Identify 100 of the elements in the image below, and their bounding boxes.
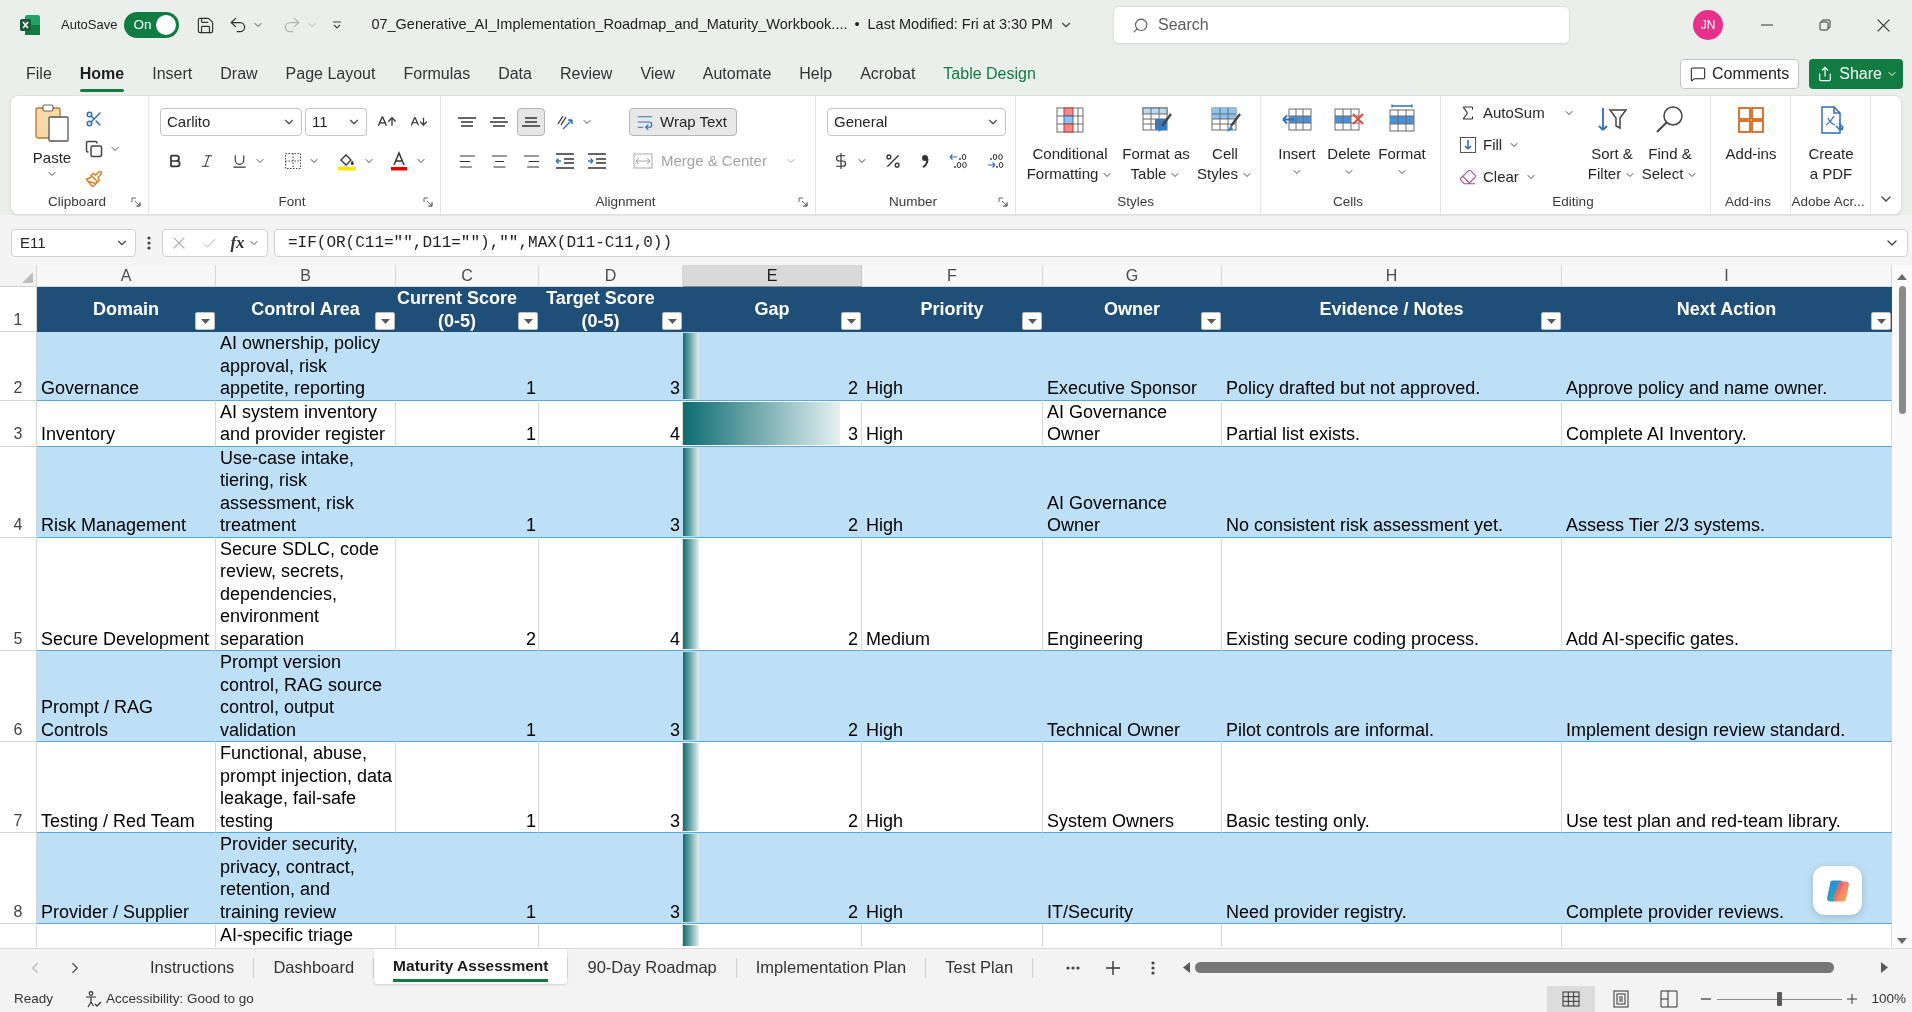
last-modified-button[interactable]: Last Modified: Fri at 3:30 PM <box>867 14 1073 36</box>
group-label: Cells <box>1333 193 1363 211</box>
search-icon <box>1132 16 1149 34</box>
sort-filter-button[interactable]: Sort & Filter <box>1584 104 1640 184</box>
view-button[interactable] <box>1547 986 1596 1012</box>
delete-cells-button[interactable]: Delete <box>1323 104 1375 178</box>
table-cell: Governance <box>37 332 216 401</box>
horizontal-scrollbar-thumb[interactable] <box>1195 962 1835 973</box>
filter-dropdown-button[interactable] <box>1022 312 1042 330</box>
table-cell: Executive Sponsor <box>1043 332 1222 401</box>
accessibility-status-button[interactable]: Accessibility: Good to go <box>85 988 254 1010</box>
filter-dropdown-button[interactable] <box>1201 312 1221 330</box>
avatar[interactable]: JN <box>1693 10 1723 40</box>
column-header[interactable]: E <box>683 265 862 287</box>
minimize-icon <box>1761 24 1773 26</box>
conditional-formatting-button[interactable]: Conditional Formatting <box>1022 104 1118 184</box>
group-label: Alignment <box>595 193 656 211</box>
row-header[interactable]: 1 <box>0 287 37 332</box>
row-header[interactable]: 4 <box>0 446 37 538</box>
eraser-icon <box>1459 168 1477 186</box>
create-pdf-button[interactable]: Create a PDF <box>1803 104 1859 184</box>
ribbon-tab[interactable]: Page Layout <box>271 53 390 95</box>
paste-button[interactable]: Paste <box>25 103 79 187</box>
search-field[interactable]: Search <box>1113 6 1570 44</box>
underline-icon <box>230 152 248 170</box>
dialog-launcher-button[interactable] <box>996 195 1010 209</box>
filter-dropdown-button[interactable] <box>841 312 861 330</box>
ribbon-tab[interactable]: Automate <box>688 53 786 95</box>
ribbon-tab[interactable]: Insert <box>138 53 207 95</box>
ribbon-tab[interactable]: Draw <box>206 53 272 95</box>
sheet-tab[interactable]: Maturity Assessment <box>374 949 568 984</box>
sheet-tab[interactable]: Implementation Plan <box>736 949 926 986</box>
filter-dropdown-button[interactable] <box>518 312 538 330</box>
filter-dropdown-button[interactable] <box>1871 312 1891 330</box>
align-top-icon <box>458 117 476 127</box>
ribbon-tab[interactable]: Table Design <box>929 53 1050 95</box>
highlighted-grid-icon <box>1054 104 1086 136</box>
find-select-button[interactable]: Find & Select <box>1640 104 1700 184</box>
column-header[interactable]: A <box>37 265 216 287</box>
row-header[interactable]: 5 <box>0 537 37 651</box>
font-size-dropdown[interactable]: 11 <box>305 108 367 136</box>
column-heading: Domain <box>92 298 160 321</box>
triangle-down-icon <box>846 318 856 324</box>
ribbon-tab[interactable]: View <box>626 53 689 95</box>
column-header[interactable]: F <box>862 265 1043 287</box>
share-button[interactable]: Share <box>1809 59 1903 89</box>
fill-button[interactable]: Fill <box>1453 130 1527 160</box>
autosum-button[interactable]: AutoSum <box>1453 98 1551 128</box>
filter-dropdown-button[interactable] <box>195 312 215 330</box>
table-cell: Risk Management <box>37 446 216 538</box>
column-header[interactable]: C <box>396 265 539 287</box>
comments-button[interactable]: Comments <box>1679 59 1800 89</box>
dialog-launcher-button[interactable] <box>421 195 435 209</box>
ribbon-tab[interactable]: Review <box>545 53 627 95</box>
clear-button[interactable]: Clear <box>1453 162 1543 192</box>
row-header[interactable]: 7 <box>0 742 37 833</box>
row-header[interactable]: 6 <box>0 651 37 742</box>
ribbon-tab[interactable]: Data <box>484 53 546 95</box>
name-box[interactable]: E11 <box>11 229 136 257</box>
column-header[interactable]: I <box>1562 265 1892 287</box>
filter-dropdown-button[interactable] <box>662 312 682 330</box>
insert-cells-button[interactable]: Insert <box>1271 104 1323 178</box>
format-as-table-button[interactable]: Format as Table <box>1118 104 1194 184</box>
ribbon-tab[interactable]: Help <box>785 53 847 95</box>
number-format-dropdown[interactable]: General <box>827 108 1006 136</box>
group-label: Number <box>889 193 937 211</box>
filter-dropdown-button[interactable] <box>1541 312 1561 330</box>
sheet-tab[interactable]: Test Plan <box>926 949 1033 986</box>
sheet-tab[interactable]: Dashboard <box>254 949 374 986</box>
column-header[interactable]: G <box>1043 265 1222 287</box>
dialog-launcher-button[interactable] <box>129 195 143 209</box>
page-view-icon <box>1613 990 1630 1008</box>
sheet-tab[interactable]: 90-Day Roadmap <box>568 949 736 986</box>
sheet-tab[interactable]: Instructions <box>131 949 254 986</box>
cell-styles-button[interactable]: Cell Styles <box>1194 104 1256 184</box>
ribbon-tab[interactable]: File <box>12 53 66 95</box>
wrap-text-button[interactable]: Wrap Text <box>629 108 737 136</box>
column-header[interactable]: H <box>1222 265 1562 287</box>
ribbon-tab[interactable]: Formulas <box>389 53 485 95</box>
row-header[interactable]: 3 <box>0 400 37 447</box>
floating-assistant-button[interactable] <box>1813 866 1862 915</box>
scrollbar-thumb[interactable] <box>1898 286 1906 414</box>
font-name-dropdown[interactable]: Carlito <box>160 108 302 136</box>
column-header[interactable]: D <box>539 265 683 287</box>
slider-thumb[interactable] <box>1777 992 1783 1006</box>
filter-dropdown-button[interactable] <box>375 312 395 330</box>
row-header[interactable]: 8 <box>0 833 37 924</box>
formula-field[interactable]: =IF(OR(C11="",D11=""),"",MAX(D11-C11,0)) <box>274 229 1908 257</box>
dialog-launcher-button[interactable] <box>796 195 810 209</box>
autosave-toggle[interactable]: On <box>124 12 180 38</box>
paintbrush-icon <box>85 170 103 188</box>
format-cells-button[interactable]: Format <box>1375 104 1429 178</box>
vertical-align-button[interactable] <box>517 108 545 136</box>
percent-icon <box>884 152 902 170</box>
add-ins-button[interactable]: Add-ins <box>1716 104 1786 164</box>
triangle-down-icon <box>1876 318 1886 324</box>
ribbon-tab[interactable]: Acrobat <box>846 53 930 95</box>
column-header[interactable]: B <box>216 265 396 287</box>
row-header[interactable]: 2 <box>0 332 37 401</box>
column-heading: Gap <box>753 298 791 321</box>
